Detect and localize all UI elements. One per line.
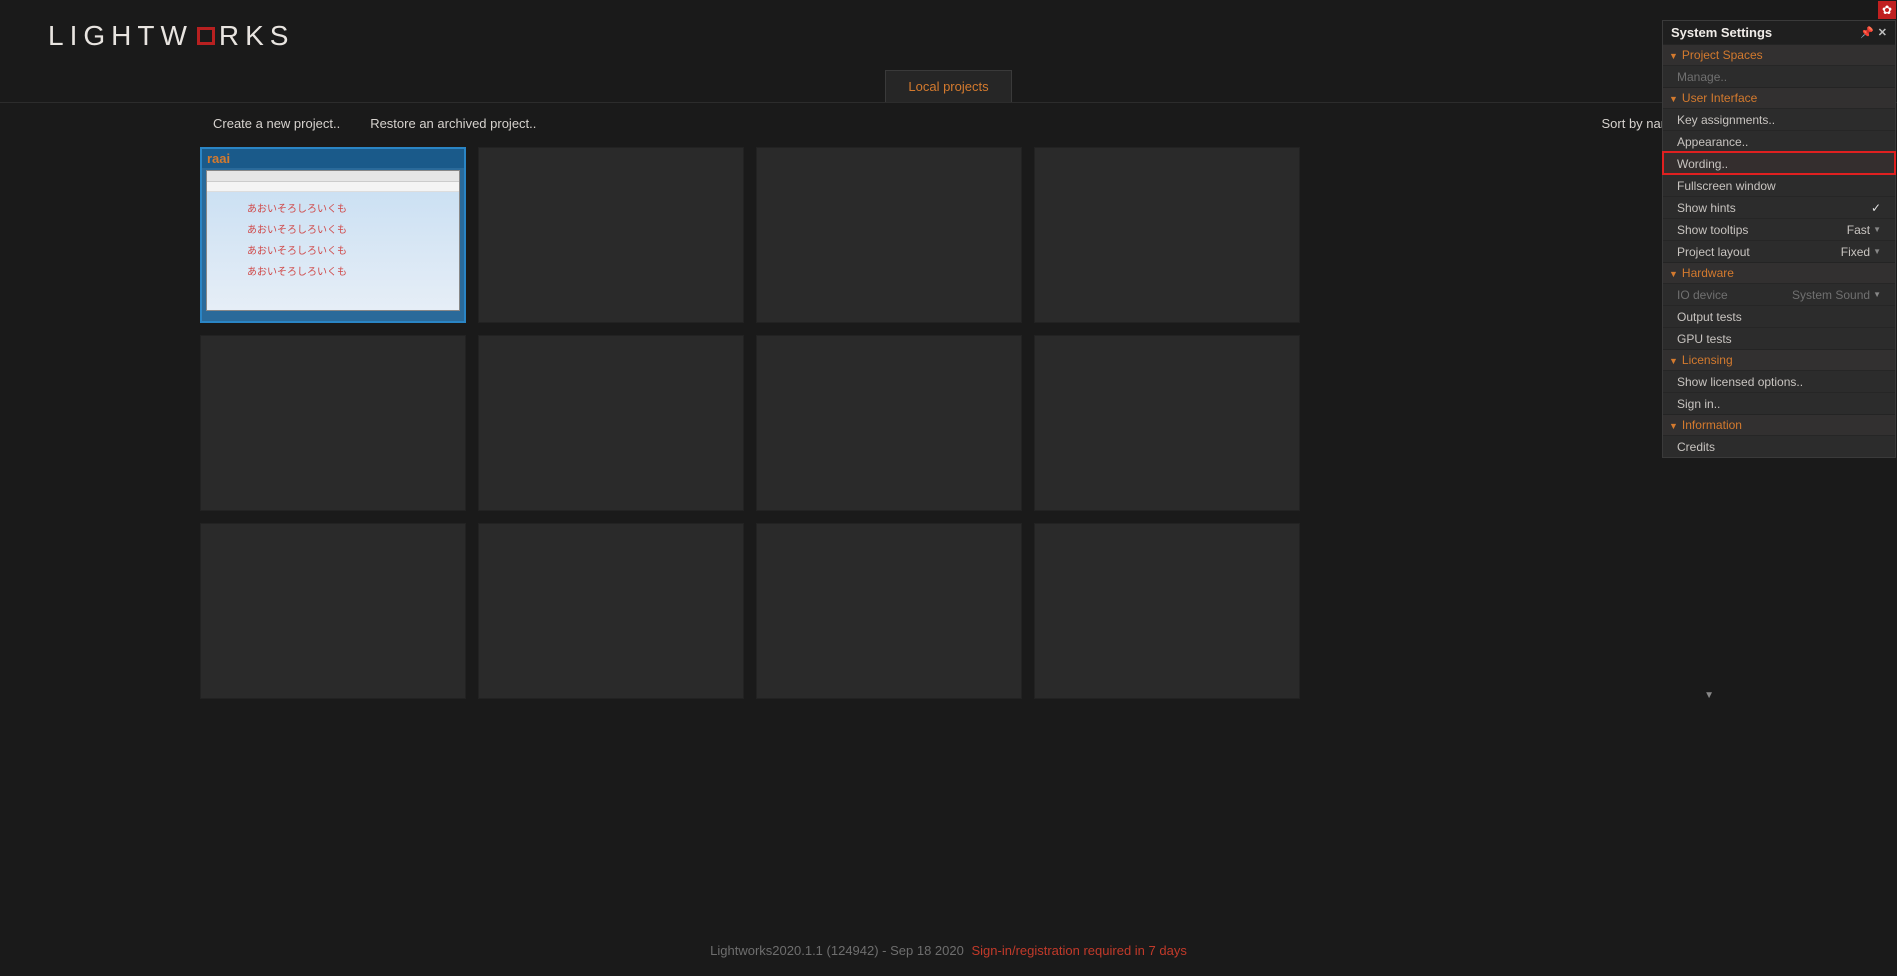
settings-panel-header: System Settings 📌 ✕ — [1663, 21, 1895, 44]
restore-project-button[interactable]: Restore an archived project.. — [370, 116, 536, 131]
scroll-down-icon[interactable]: ▼ — [1704, 690, 1714, 701]
section-user-interface[interactable]: User Interface — [1663, 87, 1895, 108]
io-device-label: IO device — [1677, 288, 1728, 302]
chevron-down-icon: ▼ — [1873, 225, 1881, 234]
logo-text-right: RKS — [219, 20, 295, 52]
project-slot-empty[interactable] — [1034, 147, 1300, 323]
show-tooltips-value: Fast — [1847, 223, 1870, 237]
item-key-assignments[interactable]: Key assignments.. — [1663, 108, 1895, 130]
io-device-value: System Sound — [1792, 288, 1870, 302]
item-show-tooltips[interactable]: Show tooltips Fast ▼ — [1663, 218, 1895, 240]
item-sign-in[interactable]: Sign in.. — [1663, 392, 1895, 414]
registration-warning[interactable]: Sign-in/registration required in 7 days — [971, 943, 1186, 958]
show-tooltips-label: Show tooltips — [1677, 223, 1748, 237]
item-wording[interactable]: Wording.. — [1663, 152, 1895, 174]
item-gpu-tests[interactable]: GPU tests — [1663, 327, 1895, 349]
item-fullscreen-window[interactable]: Fullscreen window — [1663, 174, 1895, 196]
section-information[interactable]: Information — [1663, 414, 1895, 435]
thumb-line: あおいそろしろいくも — [247, 263, 459, 278]
settings-gear-icon[interactable]: ✿ — [1878, 1, 1896, 19]
project-slot-empty[interactable] — [478, 147, 744, 323]
project-slot-empty[interactable] — [200, 335, 466, 511]
section-hardware[interactable]: Hardware — [1663, 262, 1895, 283]
show-hints-label: Show hints — [1677, 201, 1736, 215]
logo-area: LIGHTW RKS — [0, 0, 1897, 70]
pin-icon[interactable]: 📌 — [1860, 26, 1874, 39]
app-logo: LIGHTW RKS — [48, 20, 1897, 52]
settings-panel-title: System Settings — [1671, 25, 1772, 40]
project-slot-empty[interactable] — [200, 523, 466, 699]
thumb-line: あおいそろしろいくも — [247, 221, 459, 236]
project-slot-empty[interactable] — [478, 523, 744, 699]
item-output-tests[interactable]: Output tests — [1663, 305, 1895, 327]
tab-bar: Local projects — [0, 70, 1897, 103]
chevron-down-icon: ▼ — [1873, 290, 1881, 299]
thumb-line: あおいそろしろいくも — [247, 200, 459, 215]
system-settings-panel: System Settings 📌 ✕ Project Spaces Manag… — [1662, 20, 1896, 458]
close-icon[interactable]: ✕ — [1878, 26, 1887, 39]
project-thumbnail: あおいそろしろいくも あおいそろしろいくも あおいそろしろいくも あおいそろしろ… — [206, 170, 460, 311]
logo-o-icon — [197, 27, 215, 45]
project-slot-empty[interactable] — [756, 335, 1022, 511]
check-icon: ✓ — [1871, 201, 1881, 215]
item-project-layout[interactable]: Project layout Fixed ▼ — [1663, 240, 1895, 262]
project-slot-empty[interactable] — [756, 147, 1022, 323]
project-slot-empty[interactable] — [1034, 335, 1300, 511]
item-io-device[interactable]: IO device System Sound ▼ — [1663, 283, 1895, 305]
project-slot-empty[interactable] — [1034, 523, 1300, 699]
project-title: raai — [202, 149, 464, 168]
item-show-licensed-options[interactable]: Show licensed options.. — [1663, 370, 1895, 392]
project-slot-empty[interactable] — [478, 335, 744, 511]
item-appearance[interactable]: Appearance.. — [1663, 130, 1895, 152]
project-toolbar: Create a new project.. Restore an archiv… — [0, 103, 1897, 139]
chevron-down-icon: ▼ — [1873, 247, 1881, 256]
create-project-button[interactable]: Create a new project.. — [213, 116, 340, 131]
logo-text-left: LIGHTW — [48, 20, 193, 52]
item-show-hints[interactable]: Show hints ✓ — [1663, 196, 1895, 218]
projects-grid: raai あおいそろしろいくも あおいそろしろいくも あおいそろしろいくも あお… — [200, 147, 1697, 699]
project-layout-label: Project layout — [1677, 245, 1750, 259]
project-layout-value: Fixed — [1841, 245, 1870, 259]
version-text: Lightworks2020.1.1 (124942) - Sep 18 202… — [710, 943, 964, 958]
project-card-raai[interactable]: raai あおいそろしろいくも あおいそろしろいくも あおいそろしろいくも あお… — [200, 147, 466, 323]
footer: Lightworks2020.1.1 (124942) - Sep 18 202… — [0, 943, 1897, 958]
project-slot-empty[interactable] — [756, 523, 1022, 699]
tab-local-projects[interactable]: Local projects — [885, 70, 1011, 102]
item-credits[interactable]: Credits — [1663, 435, 1895, 457]
item-manage[interactable]: Manage.. — [1663, 65, 1895, 87]
section-licensing[interactable]: Licensing — [1663, 349, 1895, 370]
section-project-spaces[interactable]: Project Spaces — [1663, 44, 1895, 65]
thumb-line: あおいそろしろいくも — [247, 242, 459, 257]
